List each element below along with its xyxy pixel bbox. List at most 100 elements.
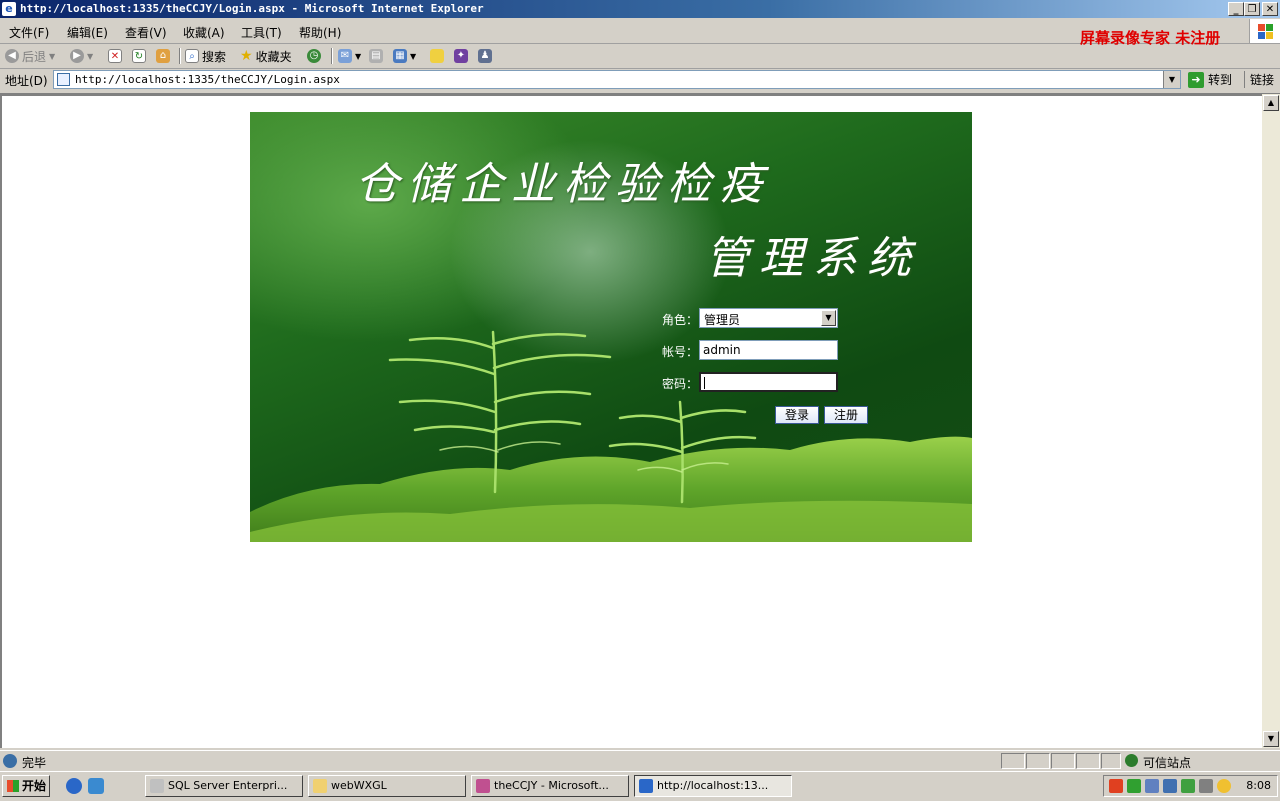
back-button[interactable]: ◀ 后退 ▼ [5,47,55,65]
status-bar: 完毕 可信站点 [0,750,1280,771]
recorder-tray-icon[interactable] [1109,779,1123,793]
system-title-line1: 仓储企业检验检疫 [355,159,771,210]
clock: 8:08 [1246,779,1271,792]
task-label: http://localhost:13... [657,779,769,792]
page-icon [57,73,70,86]
go-arrow-icon: ➜ [1188,71,1204,88]
server-tray-icon[interactable] [1145,779,1159,793]
quicklaunch-ie-icon[interactable] [66,778,82,794]
status-pane [1076,753,1100,769]
home-button[interactable]: ⌂ [156,47,170,65]
account-input[interactable]: admin [699,340,838,360]
print-icon: ▤ [369,49,383,63]
address-label: 地址(D) [5,74,48,88]
vertical-scrollbar[interactable]: ▲ ▼ [1262,94,1280,748]
go-button[interactable]: ➜ 转到 [1188,71,1232,88]
mail-icon: ✉ [338,49,352,63]
forward-dropdown-icon[interactable]: ▼ [87,52,93,61]
star-icon: ★ [240,48,253,64]
search-label: 搜索 [202,49,227,64]
menu-favorites[interactable]: 收藏(A) [183,24,225,41]
history-icon: ◷ [307,49,321,63]
forward-button[interactable]: ▶ ▼ [70,47,93,65]
stop-icon: ✕ [108,49,122,63]
favorites-button[interactable]: ★ 收藏夹 [240,47,292,65]
task-sql-server[interactable]: SQL Server Enterpri... [145,775,303,797]
edit-button[interactable]: ▦ ▼ [393,47,416,65]
sql-server-icon [150,779,164,793]
research-button[interactable]: ✦ [454,47,468,65]
menu-file[interactable]: 文件(F) [9,24,49,41]
edit-dropdown-icon[interactable]: ▼ [410,52,416,61]
windows-flag-icon [7,780,19,792]
scroll-up-icon[interactable]: ▲ [1263,95,1279,111]
menu-help[interactable]: 帮助(H) [299,24,341,41]
back-arrow-icon: ◀ [5,49,19,63]
standard-toolbar: ◀ 后退 ▼ ▶ ▼ ✕ ↻ ⌂ ⌕ 搜索 ★ 收藏夹 ◷ ✉ ▼ ▤ ▦ ▼ ✦ … [0,44,1280,69]
mail-button[interactable]: ✉ ▼ [338,47,361,65]
role-dropdown-icon[interactable]: ▼ [821,310,836,326]
page-content: 仓储企业检验检疫 管理系统 角色： 管理员 ▼ 帐号： admin 密码： 登录… [0,94,1262,748]
role-select[interactable]: 管理员 ▼ [699,308,838,328]
messenger-button[interactable]: ♟ [478,47,492,65]
start-button[interactable]: 开始 [2,775,50,797]
task-ie-window[interactable]: http://localhost:13... [634,775,792,797]
address-bar: 地址(D) http://localhost:1335/theCCJY/Logi… [0,69,1280,94]
scroll-down-icon[interactable]: ▼ [1263,731,1279,747]
menu-edit[interactable]: 编辑(E) [67,24,108,41]
stop-button[interactable]: ✕ [108,47,122,65]
menu-view[interactable]: 查看(V) [125,24,167,41]
refresh-icon: ↻ [132,49,146,63]
forward-arrow-icon: ▶ [70,49,84,63]
login-banner: 仓储企业检验检疫 管理系统 角色： 管理员 ▼ 帐号： admin 密码： 登录… [250,112,972,542]
sql-agent-tray-icon[interactable] [1181,779,1195,793]
links-button[interactable]: 链接 [1244,71,1274,88]
print-button[interactable]: ▤ [369,47,383,65]
close-button[interactable]: ✕ [1262,2,1278,16]
back-dropdown-icon[interactable]: ▼ [49,52,55,61]
minimize-button[interactable]: _ [1228,2,1244,16]
mail-dropdown-icon[interactable]: ▼ [355,52,361,61]
menu-bar: 文件(F) 编辑(E) 查看(V) 收藏(A) 工具(T) 帮助(H) 屏幕录像… [0,19,1280,47]
role-selected-value: 管理员 [704,313,741,327]
refresh-button[interactable]: ↻ [132,47,146,65]
network-tray-icon[interactable] [1127,779,1141,793]
folder-icon [313,779,327,793]
volume-tray-icon[interactable] [1199,779,1213,793]
taskbar: 开始 SQL Server Enterpri... webWXGL theCCJ… [0,771,1280,801]
text-caret [704,377,705,389]
menu-tools[interactable]: 工具(T) [241,24,282,41]
password-input[interactable] [699,372,838,392]
monitor-tray-icon[interactable] [1163,779,1177,793]
login-button[interactable]: 登录 [775,406,819,424]
status-pane [1001,753,1025,769]
quicklaunch-outlook-icon[interactable] [88,778,104,794]
search-icon: ⌕ [185,49,199,63]
visual-studio-icon [476,779,490,793]
history-button[interactable]: ◷ [307,47,321,65]
search-button[interactable]: ⌕ 搜索 [185,47,226,65]
account-label: 帐号： [662,345,699,359]
restore-button[interactable]: ❐ [1244,2,1260,16]
discuss-button[interactable] [430,47,444,65]
edit-icon: ▦ [393,49,407,63]
password-label: 密码： [662,377,699,391]
task-label: webWXGL [331,779,387,792]
toolbar-separator [331,48,333,64]
task-webwxgl[interactable]: webWXGL [308,775,466,797]
system-title-line2: 管理系统 [705,233,921,284]
task-label: SQL Server Enterpri... [168,779,288,792]
status-pane [1026,753,1050,769]
start-label: 开始 [22,779,47,793]
status-pane [1101,753,1121,769]
ie-icon: e [2,2,16,16]
address-input[interactable]: http://localhost:1335/theCCJY/Login.aspx… [53,70,1181,89]
security-zone: 可信站点 [1143,756,1192,770]
address-dropdown-icon[interactable]: ▼ [1163,71,1180,88]
register-button[interactable]: 注册 [824,406,868,424]
favorites-label: 收藏夹 [255,49,292,64]
trusted-zone-icon [1125,754,1138,767]
messenger-tray-icon[interactable] [1217,779,1231,793]
task-visual-studio[interactable]: theCCJY - Microsoft... [471,775,629,797]
system-tray: 8:08 [1103,775,1278,797]
